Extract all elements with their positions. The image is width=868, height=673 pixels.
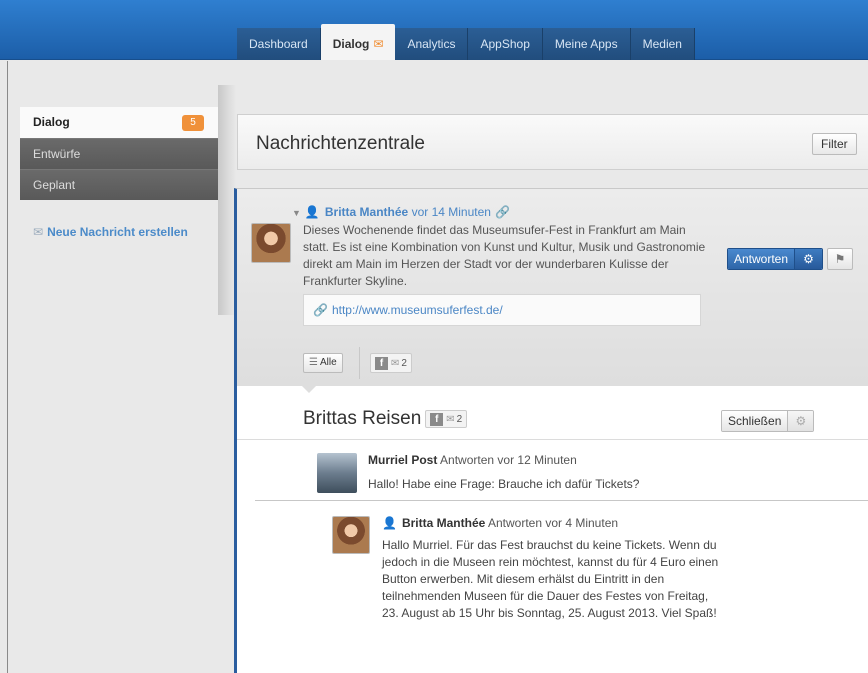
user-icon: 👤: [304, 205, 320, 219]
envelope-icon: ✉: [33, 225, 44, 239]
channel-count: 2: [401, 357, 407, 369]
sidebar-item-label: Dialog: [33, 115, 70, 129]
filter-button[interactable]: Filter: [812, 133, 857, 155]
facebook-icon: f: [430, 412, 444, 426]
tab-label: Medien: [642, 37, 682, 51]
close-button-label: Schließen: [722, 411, 788, 431]
message-time: vor 14 Minuten: [411, 205, 491, 219]
tab-medien[interactable]: Medien: [630, 28, 695, 60]
avatar: [251, 223, 291, 263]
main-tabs: Dashboard Dialog ✉ Analytics AppShop Mein…: [237, 24, 695, 60]
reply-author[interactable]: Britta Manthée: [402, 516, 485, 530]
tab-label: Analytics: [407, 37, 456, 51]
message-card: ▼ 👤 Britta Manthée vor 14 Minuten 🔗 Dieses …: [237, 189, 868, 393]
reply-meta: Antworten vor 12 Minuten: [440, 453, 577, 467]
flag-icon: ⚑: [834, 252, 846, 266]
reply-meta: Antworten vor 4 Minuten: [487, 516, 619, 530]
close-thread-button[interactable]: Schließen ⚙: [721, 410, 815, 432]
all-filter-button[interactable]: ☰ Alle: [303, 353, 343, 373]
divider: [359, 347, 360, 379]
sidebar-item-label: Geplant: [33, 178, 76, 192]
reply-text: Hallo Murriel. Für das Fest brauchst du …: [382, 538, 719, 620]
reply-header: Murriel Post Antworten vor 12 Minuten: [368, 453, 577, 467]
new-message-link[interactable]: ✉ Neue Nachricht erstellen: [33, 225, 188, 239]
sidebar-item-dialog[interactable]: Dialog 5: [20, 107, 218, 138]
tab-label: Dashboard: [249, 37, 308, 51]
thread-title: Brittas Reisen f ✉ 2: [303, 408, 468, 430]
thread-channels: f ✉ 2: [425, 410, 468, 428]
message-link-preview[interactable]: 🔗 http://www.museumsuferfest.de/: [303, 294, 701, 326]
tab-label: AppShop: [480, 37, 530, 51]
envelope-icon: ✉: [373, 37, 384, 51]
tab-analytics[interactable]: Analytics: [395, 28, 469, 60]
facebook-icon: f: [375, 356, 388, 370]
divider: [255, 500, 868, 501]
sidebar-item-geplant[interactable]: Geplant: [20, 169, 218, 200]
tab-meine-apps[interactable]: Meine Apps: [542, 28, 631, 60]
list-icon: ☰: [309, 357, 318, 368]
tab-dialog[interactable]: Dialog ✉: [320, 24, 396, 60]
avatar: [332, 516, 370, 554]
caret-down-icon[interactable]: ▼: [292, 208, 301, 218]
tab-appshop[interactable]: AppShop: [468, 28, 543, 60]
gear-icon[interactable]: ⚙: [794, 249, 823, 269]
envelope-icon: ✉: [391, 357, 400, 369]
all-filter-label: Alle: [319, 357, 337, 368]
message-header: ▼ 👤 Britta Manthée vor 14 Minuten 🔗: [292, 205, 510, 219]
page-title: Nachrichtenzentrale: [256, 133, 425, 154]
message-link[interactable]: http://www.museumsuferfest.de/: [332, 303, 503, 317]
avatar: [317, 453, 357, 493]
tab-label: Dialog: [332, 37, 370, 51]
gear-icon[interactable]: ⚙: [787, 411, 814, 431]
sidebar: Dialog 5 Entwürfe Geplant: [20, 107, 218, 200]
tab-dashboard[interactable]: Dashboard: [237, 28, 321, 60]
channel-filter[interactable]: f ✉ 2: [370, 353, 412, 373]
sidebar-item-entwuerfe[interactable]: Entwürfe: [20, 138, 218, 169]
unread-count-badge: 5: [182, 115, 204, 131]
thread-channel-count: 2: [456, 413, 463, 425]
new-message-label: Neue Nachricht erstellen: [47, 225, 188, 239]
reply-button-label: Antworten: [728, 249, 795, 269]
reply-button[interactable]: Antworten ⚙: [727, 248, 824, 270]
reply-header: 👤 Britta Manthée Antworten vor 4 Minuten: [382, 516, 618, 530]
reply-author[interactable]: Murriel Post: [368, 453, 437, 467]
link-icon: 🔗: [313, 303, 328, 317]
tab-label: Meine Apps: [554, 37, 618, 51]
message-text: Dieses Wochenende findet das Museumsufer…: [303, 223, 706, 288]
user-icon: 👤: [382, 516, 397, 530]
pointer-arrow: [301, 385, 317, 393]
page-header: Nachrichtenzentrale Filter: [237, 114, 868, 170]
conversation-panel: ▼ 👤 Britta Manthée vor 14 Minuten 🔗 Dieses …: [234, 188, 868, 673]
thread-title-text: Brittas Reisen: [303, 408, 422, 429]
sidebar-item-label: Entwürfe: [33, 147, 81, 161]
divider: [237, 439, 868, 440]
window-border: [7, 61, 8, 673]
message-author[interactable]: Britta Manthée: [325, 205, 408, 219]
link-icon[interactable]: 🔗: [495, 205, 510, 219]
reply-text: Hallo! Habe eine Frage: Brauche ich dafü…: [368, 477, 640, 491]
top-bar: Dashboard Dialog ✉ Analytics AppShop Mein…: [0, 0, 868, 60]
envelope-icon: ✉: [446, 413, 455, 425]
flag-button[interactable]: ⚑: [827, 248, 853, 270]
